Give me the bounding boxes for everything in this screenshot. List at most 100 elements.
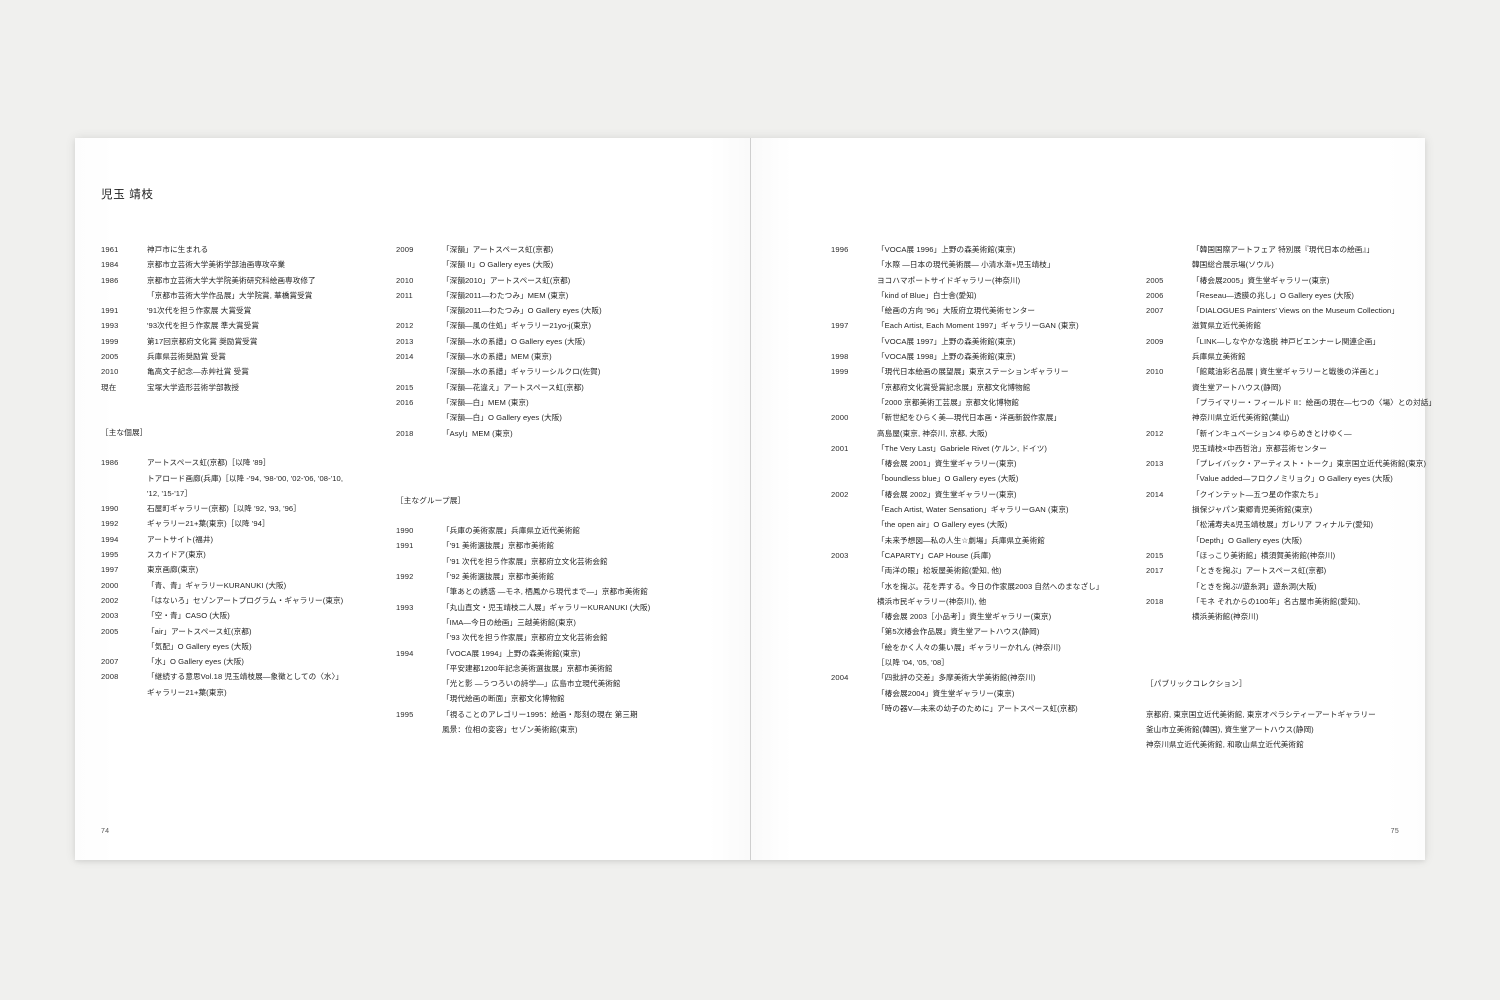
entry-line: 「両洋の眼」松坂屋美術館(愛知, 他) xyxy=(877,566,1002,576)
entry-row: 1993 「丸山直文・児玉靖枝二人展」ギャラリーKURANUKI (大阪) 「IMA… xyxy=(396,600,691,646)
entry-year: 2010 xyxy=(396,275,414,285)
entry-row: 2015 「ほっこり美術館」横須賀美術館(神奈川) xyxy=(1146,548,1426,563)
entry-text: 石屋町ギャラリー(京都)［以降 '92, '93, '96］ xyxy=(147,501,396,516)
entry-year: 2010 xyxy=(1146,367,1164,377)
public-collection-heading: ［パブリックコレクション］ xyxy=(1146,679,1247,689)
entry-line: 「第5次椿会作品展」資生堂アートハウス(静岡) xyxy=(877,627,1040,637)
left-page-columns: 1961 神戸市に生まれる 1984 京都市立芸術大学美術学部油画専攻卒業 1986 京都… xyxy=(101,242,734,737)
entry-line: 「京都府文化賞受賞記念展」京都文化博物館 xyxy=(877,382,1031,392)
entry-year: 1984 xyxy=(101,260,119,270)
entry-line: 「深韻2011—わたつみ」O Gallery eyes (大阪) xyxy=(442,306,602,316)
entry-row: 2012 「新インキュベーション4 ゆらめきとけゆく— 児玉靖枝×中西哲治」京都芸術… xyxy=(1146,426,1426,457)
column-solo-continued-and-group: 2009 「深韻」アートスペース虹(京都) 「深韻 II」O Gallery eye… xyxy=(396,242,691,737)
entry-row: 2000 「青、青」ギャラリーKURANUKI (大阪) xyxy=(101,578,396,593)
entry-line: 「クインテット—五つ星の作家たち」 xyxy=(1192,489,1323,499)
entry-line: 「Asyl」MEM (東京) xyxy=(442,428,513,438)
entry-text: '93次代を担う作家展 準大賞受賞 xyxy=(147,318,396,333)
entry-text: 「プレイバック・アーティスト・トーク」東京国立近代美術館(東京) 「Value a… xyxy=(1192,456,1426,487)
entry-year: 2002 xyxy=(831,489,849,499)
entry-line: 「IMA—今日の絵画」三越美術館(東京) xyxy=(442,617,576,627)
entry-year: 1994 xyxy=(396,648,414,658)
entry-text: 「VOCA展 1998」上野の森美術館(東京) xyxy=(877,349,1146,364)
entry-text: 「青、青」ギャラリーKURANUKI (大阪) xyxy=(147,578,396,593)
entry-line: 「CAPARTY」CAP House (兵庫) xyxy=(877,550,991,560)
entry-text: 「韓国国際アートフェア 特別展『現代日本の絵画』」 韓国総合展示場(ソウル) xyxy=(1192,242,1426,273)
entry-row: 現在 宝塚大学造形芸術学部教授 xyxy=(101,380,396,395)
entry-text: 「LINK—しなやかな逸脱 神戸ビエンナーレ関連企画」 兵庫県立美術館 xyxy=(1192,334,1426,365)
entry-line: 横浜美術館(神奈川) xyxy=(1192,612,1259,622)
entry-line: ヨコハマポートサイドギャラリー(神奈川) xyxy=(877,275,1021,285)
entry-year: 1993 xyxy=(396,602,414,612)
entry-text: 「VOCA展 1996」上野の森美術館(東京) 「水際 —日本の現代美術展— 小清… xyxy=(877,242,1146,318)
entry-line: 「深韻2011—わたつみ」MEM (東京) xyxy=(442,290,569,300)
entry-line: 「深韻2010」アートスペース虹(京都) xyxy=(442,275,571,285)
entry-row: 2005 「椿会展2005」資生堂ギャラリー(東京) xyxy=(1146,273,1426,288)
entry-row: 2010 「館蔵油彩名品展 | 資生堂ギャラリーと戦後の洋画と」 資生堂アートハウス… xyxy=(1146,364,1436,425)
entry-line: 「the open air」O Gallery eyes (大阪) xyxy=(877,520,1008,530)
entry-text: 「The Very Last」Gabriele Rivet (ケルン, ドイツ)… xyxy=(877,441,1146,487)
entry-line: 「VOCA展 1994」上野の森美術館(東京) xyxy=(442,648,581,658)
right-page-columns: 1996 「VOCA展 1996」上野の森美術館(東京) 「水際 —日本の現代美術展… xyxy=(831,242,1436,753)
entry-line: 「Each Artist, Each Moment 1997」ギャラリーGAN … xyxy=(877,321,1079,331)
entry-line: 「現代絵画の断面」京都文化博物館 xyxy=(442,694,565,704)
entry-line: 「絵画の方向 '96」大阪府立現代美術センター xyxy=(877,306,1036,316)
entry-line: 損保ジャパン東郷青児美術館(東京) xyxy=(1192,505,1313,515)
entry-text: 亀高文子記念—赤艸社賞 受賞 xyxy=(147,364,396,379)
entry-line: 風景：位相の変容」セゾン美術館(東京) xyxy=(442,725,578,735)
entry-text: 「'92 美術選抜展」京都市美術館 「筆あとの誘惑 —モネ, 栖鳳から現代まで—」… xyxy=(442,569,691,600)
entry-year: 現在 xyxy=(101,382,117,392)
entry-row: 2013 「プレイバック・アーティスト・トーク」東京国立近代美術館(東京) 「Val… xyxy=(1146,456,1426,487)
entry-line: 「空・青」CASO (大阪) xyxy=(147,611,230,621)
entry-row: 1961 神戸市に生まれる xyxy=(101,242,396,257)
entry-text: 宝塚大学造形芸術学部教授 xyxy=(147,380,396,395)
entry-line: 「四批評の交差」多摩美術大学美術館(神奈川) xyxy=(877,673,1036,683)
entry-line: 宝塚大学造形芸術学部教授 xyxy=(147,382,240,392)
entry-text: 「Each Artist, Each Moment 1997」ギャラリーGAN … xyxy=(877,318,1146,349)
entry-row: 1995 「視ることのアレゴリー1995：絵画・彫刻の現在 第三期 風景：位相の変容… xyxy=(396,707,691,738)
entry-text: 「椿会展 2002」資生堂ギャラリー(東京) 「Each Artist, Wate… xyxy=(877,487,1146,548)
entry-line: 高島屋(東京, 神奈川, 京都, 大阪) xyxy=(877,428,988,438)
entry-year: 1994 xyxy=(101,534,119,544)
entry-text: 「air」アートスペース虹(京都) 「気配」O Gallery eyes (大阪) xyxy=(147,624,396,655)
entry-year: 2018 xyxy=(396,428,414,438)
entry-year: 2005 xyxy=(1146,275,1164,285)
entry-row: 2014 「クインテット—五つ星の作家たち」 損保ジャパン東郷青児美術館(東京) 「松… xyxy=(1146,487,1426,548)
entry-year: 1991 xyxy=(396,541,414,551)
entry-text: 第17回京都府文化賞 奨励賞受賞 xyxy=(147,334,396,349)
entry-year: 1990 xyxy=(101,504,119,514)
entry-year: 2012 xyxy=(396,321,414,331)
entry-line: スカイドア(東京) xyxy=(147,550,206,560)
entry-text: 神戸市に生まれる xyxy=(147,242,396,257)
entry-line: 「現代日本絵画の展望展」東京ステーションギャラリー xyxy=(877,367,1069,377)
entry-line: 兵庫県芸術奨励賞 受賞 xyxy=(147,352,226,362)
entry-line: 京都市立芸術大学大学院美術研究科絵画専攻修了 xyxy=(147,275,316,285)
entry-text: 「CAPARTY」CAP House (兵庫) 「両洋の眼」松坂屋美術館(愛知, … xyxy=(877,548,1146,670)
group-exhibitions-list-2: 1996 「VOCA展 1996」上野の森美術館(東京) 「水際 —日本の現代美術展… xyxy=(831,242,1146,716)
entry-row: 2018 「Asyl」MEM (東京) xyxy=(396,426,691,441)
entry-text: 「VOCA展 1994」上野の森美術館(東京) 「平安建都1200年記念美術選抜展… xyxy=(442,646,691,707)
entry-row: 1992 ギャラリー21+葉(東京)［以降 '94］ xyxy=(101,516,396,531)
entry-year: 2001 xyxy=(831,443,849,453)
entry-row: 1986 アートスペース虹(京都)［以降 '89］ トアロード画廊(兵庫)［以降 -… xyxy=(101,455,396,501)
entry-line: 「VOCA展 1997」上野の森美術館(東京) xyxy=(877,336,1016,346)
entry-text: 「新インキュベーション4 ゆらめきとけゆく— 児玉靖枝×中西哲治」京都芸術センター xyxy=(1192,426,1426,457)
entry-row: 2001 「The Very Last」Gabriele Rivet (ケルン, … xyxy=(831,441,1146,487)
entry-line: 「椿会展2005」資生堂ギャラリー(東京) xyxy=(1192,275,1330,285)
entry-year: 1990 xyxy=(396,526,414,536)
entry-row: 1991 「'91 美術選抜展」京都市美術館 「'91 次代を担う作家展」京都府立文… xyxy=(396,538,691,569)
page-right: 1996 「VOCA展 1996」上野の森美術館(東京) 「水際 —日本の現代美術展… xyxy=(750,138,1436,860)
entry-line: 「椿会展 2001」資生堂ギャラリー(東京) xyxy=(877,459,1017,469)
column-group-final-and-collection: 「韓国国際アートフェア 特別展『現代日本の絵画』」 韓国総合展示場(ソウル) 200… xyxy=(1146,242,1436,753)
entry-text: 「DIALOGUES Painters' Views on the Museum… xyxy=(1192,303,1426,334)
entry-line: 「光と影 —うつろいの詩学—」広島市立現代美術館 xyxy=(442,679,621,689)
entry-row: 1986 京都市立芸術大学大学院美術研究科絵画専攻修了 「京都市芸術大学作品展」大学… xyxy=(101,273,396,304)
entry-line: 「京都市芸術大学作品展」大学院賞, 華橋賞受賞 xyxy=(147,290,313,300)
entry-line: 「VOCA展 1998」上野の森美術館(東京) xyxy=(877,352,1016,362)
entry-text: 「視ることのアレゴリー1995：絵画・彫刻の現在 第三期 風景：位相の変容」セゾン… xyxy=(442,707,691,738)
entry-year: 1995 xyxy=(396,709,414,719)
entry-year: 1986 xyxy=(101,275,119,285)
entry-year: 2015 xyxy=(1146,550,1164,560)
entry-row: 1997 「Each Artist, Each Moment 1997」ギャラリー… xyxy=(831,318,1146,349)
entry-year: 2006 xyxy=(1146,290,1164,300)
